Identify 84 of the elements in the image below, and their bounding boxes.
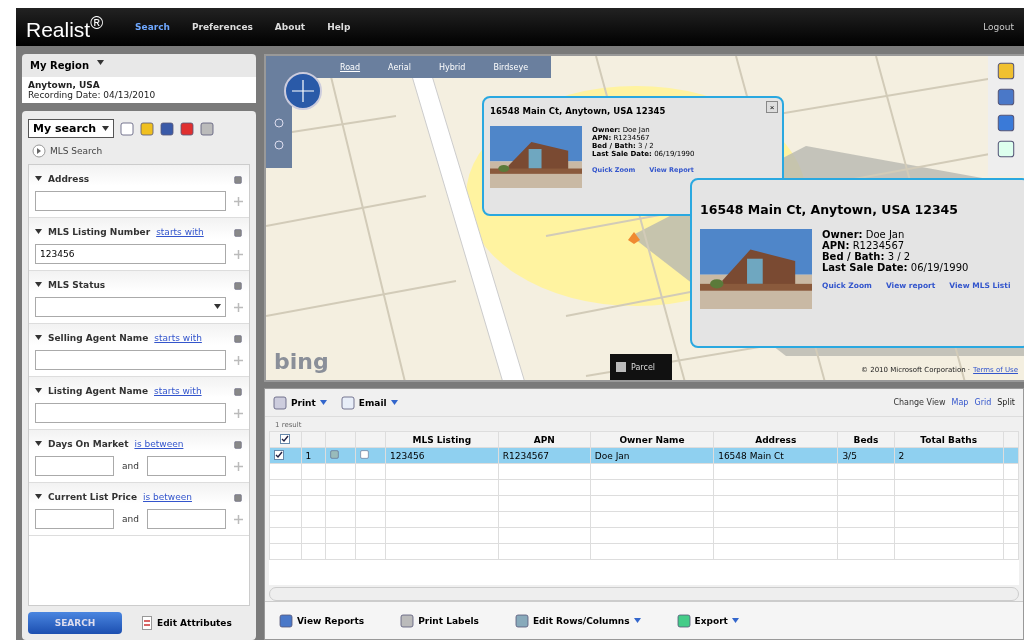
input-field[interactable] <box>35 350 226 370</box>
criterion-label: Listing Agent Name <box>48 385 148 396</box>
nav-link[interactable]: Search <box>135 22 170 32</box>
play-icon <box>32 144 46 158</box>
view-link[interactable]: Split <box>997 398 1015 407</box>
caret-icon <box>35 494 42 499</box>
table-cell: Doe Jan <box>590 447 714 464</box>
horizontal-scrollbar[interactable] <box>269 587 1019 601</box>
email-button[interactable]: Email <box>340 395 398 410</box>
status-select[interactable] <box>35 297 226 317</box>
caret-icon <box>319 400 327 405</box>
nav-link[interactable]: About <box>274 22 306 32</box>
column-header[interactable]: APN <box>498 431 591 448</box>
operator-link[interactable]: is between <box>143 491 192 502</box>
action-button[interactable]: Edit Rows/Columns <box>514 613 641 628</box>
caret-icon <box>35 388 42 393</box>
add-icon[interactable] <box>234 355 243 365</box>
input-field[interactable] <box>35 456 115 476</box>
change-view-label: Change View <box>893 398 946 407</box>
add-icon[interactable] <box>234 249 243 259</box>
add-icon[interactable] <box>234 196 243 206</box>
criterion-label: Address <box>48 173 90 184</box>
recording-date: Recording Date: 04/13/2010 <box>28 90 157 100</box>
add-icon[interactable] <box>234 514 243 524</box>
criterion-label: MLS Listing Number <box>48 226 151 237</box>
caret-icon <box>35 441 42 446</box>
caret-icon <box>35 335 42 340</box>
operator-link[interactable]: starts with <box>154 332 202 343</box>
saved-search-select[interactable]: My search <box>28 119 115 138</box>
column-header[interactable]: Owner Name <box>590 431 714 448</box>
table-cell: 3/5 <box>837 447 895 464</box>
operator-link[interactable]: starts with <box>156 226 204 237</box>
caret-icon <box>35 176 42 181</box>
table-cell: R1234567 <box>498 447 591 464</box>
table-cell: 2 <box>894 447 1004 464</box>
table-cell: 16548 Main Ct <box>713 447 838 464</box>
nav-link[interactable]: Help <box>327 22 351 32</box>
and-label: and <box>122 461 139 471</box>
row-checkbox[interactable] <box>274 450 284 460</box>
and-label: and <box>122 514 139 524</box>
logo: Realist$^{®}$ <box>26 12 104 42</box>
operator-link[interactable]: is between <box>134 438 184 449</box>
action-button[interactable]: Print Labels <box>400 613 479 628</box>
caret-icon <box>214 304 221 309</box>
caret-icon <box>97 60 104 65</box>
input-field[interactable] <box>146 456 226 476</box>
operator-link[interactable]: starts with <box>154 385 202 396</box>
input-field[interactable] <box>146 509 226 529</box>
view-link[interactable]: Map <box>951 398 969 407</box>
view-link[interactable]: Grid <box>974 398 992 407</box>
criterion-label: Selling Agent Name <box>48 332 149 343</box>
caret-icon <box>35 282 42 287</box>
caret-icon <box>731 618 739 623</box>
select-all-checkbox[interactable] <box>280 434 291 444</box>
column-header[interactable]: Total Baths <box>894 431 1004 448</box>
add-icon[interactable] <box>234 302 243 312</box>
criterion-label: Current List Price <box>48 491 137 502</box>
input-field[interactable] <box>35 509 115 529</box>
input-field[interactable]: 123456 <box>35 244 226 264</box>
region-name: Anytown, USA <box>28 80 101 90</box>
region-dropdown[interactable]: My Region <box>22 54 256 77</box>
action-button[interactable]: Export <box>676 613 739 628</box>
table-cell: 123456 <box>385 447 499 464</box>
caret-icon <box>102 126 110 131</box>
column-header[interactable]: Beds <box>837 431 895 448</box>
caret-icon <box>390 400 398 405</box>
edit-attributes-button[interactable]: Edit Attributes <box>136 615 238 631</box>
row-number: 1 <box>301 447 326 464</box>
add-icon[interactable] <box>234 461 243 471</box>
search-button[interactable]: SEARCH <box>28 612 122 634</box>
caret-icon <box>35 229 42 234</box>
logout-link[interactable]: Logout <box>983 22 1014 32</box>
input-field[interactable] <box>35 191 226 211</box>
nav-link[interactable]: Preferences <box>191 22 253 32</box>
column-header[interactable]: MLS Listing <box>385 431 499 448</box>
add-icon[interactable] <box>234 408 243 418</box>
criterion-label: MLS Status <box>48 279 106 290</box>
action-button[interactable]: View Reports <box>279 613 365 628</box>
criterion-label: Days On Market <box>48 438 129 449</box>
input-field[interactable] <box>35 403 226 423</box>
print-button[interactable]: Print <box>273 395 327 410</box>
column-header[interactable]: Address <box>713 431 838 448</box>
caret-icon <box>633 618 641 623</box>
mls-search-button[interactable]: MLS Search <box>28 144 107 158</box>
